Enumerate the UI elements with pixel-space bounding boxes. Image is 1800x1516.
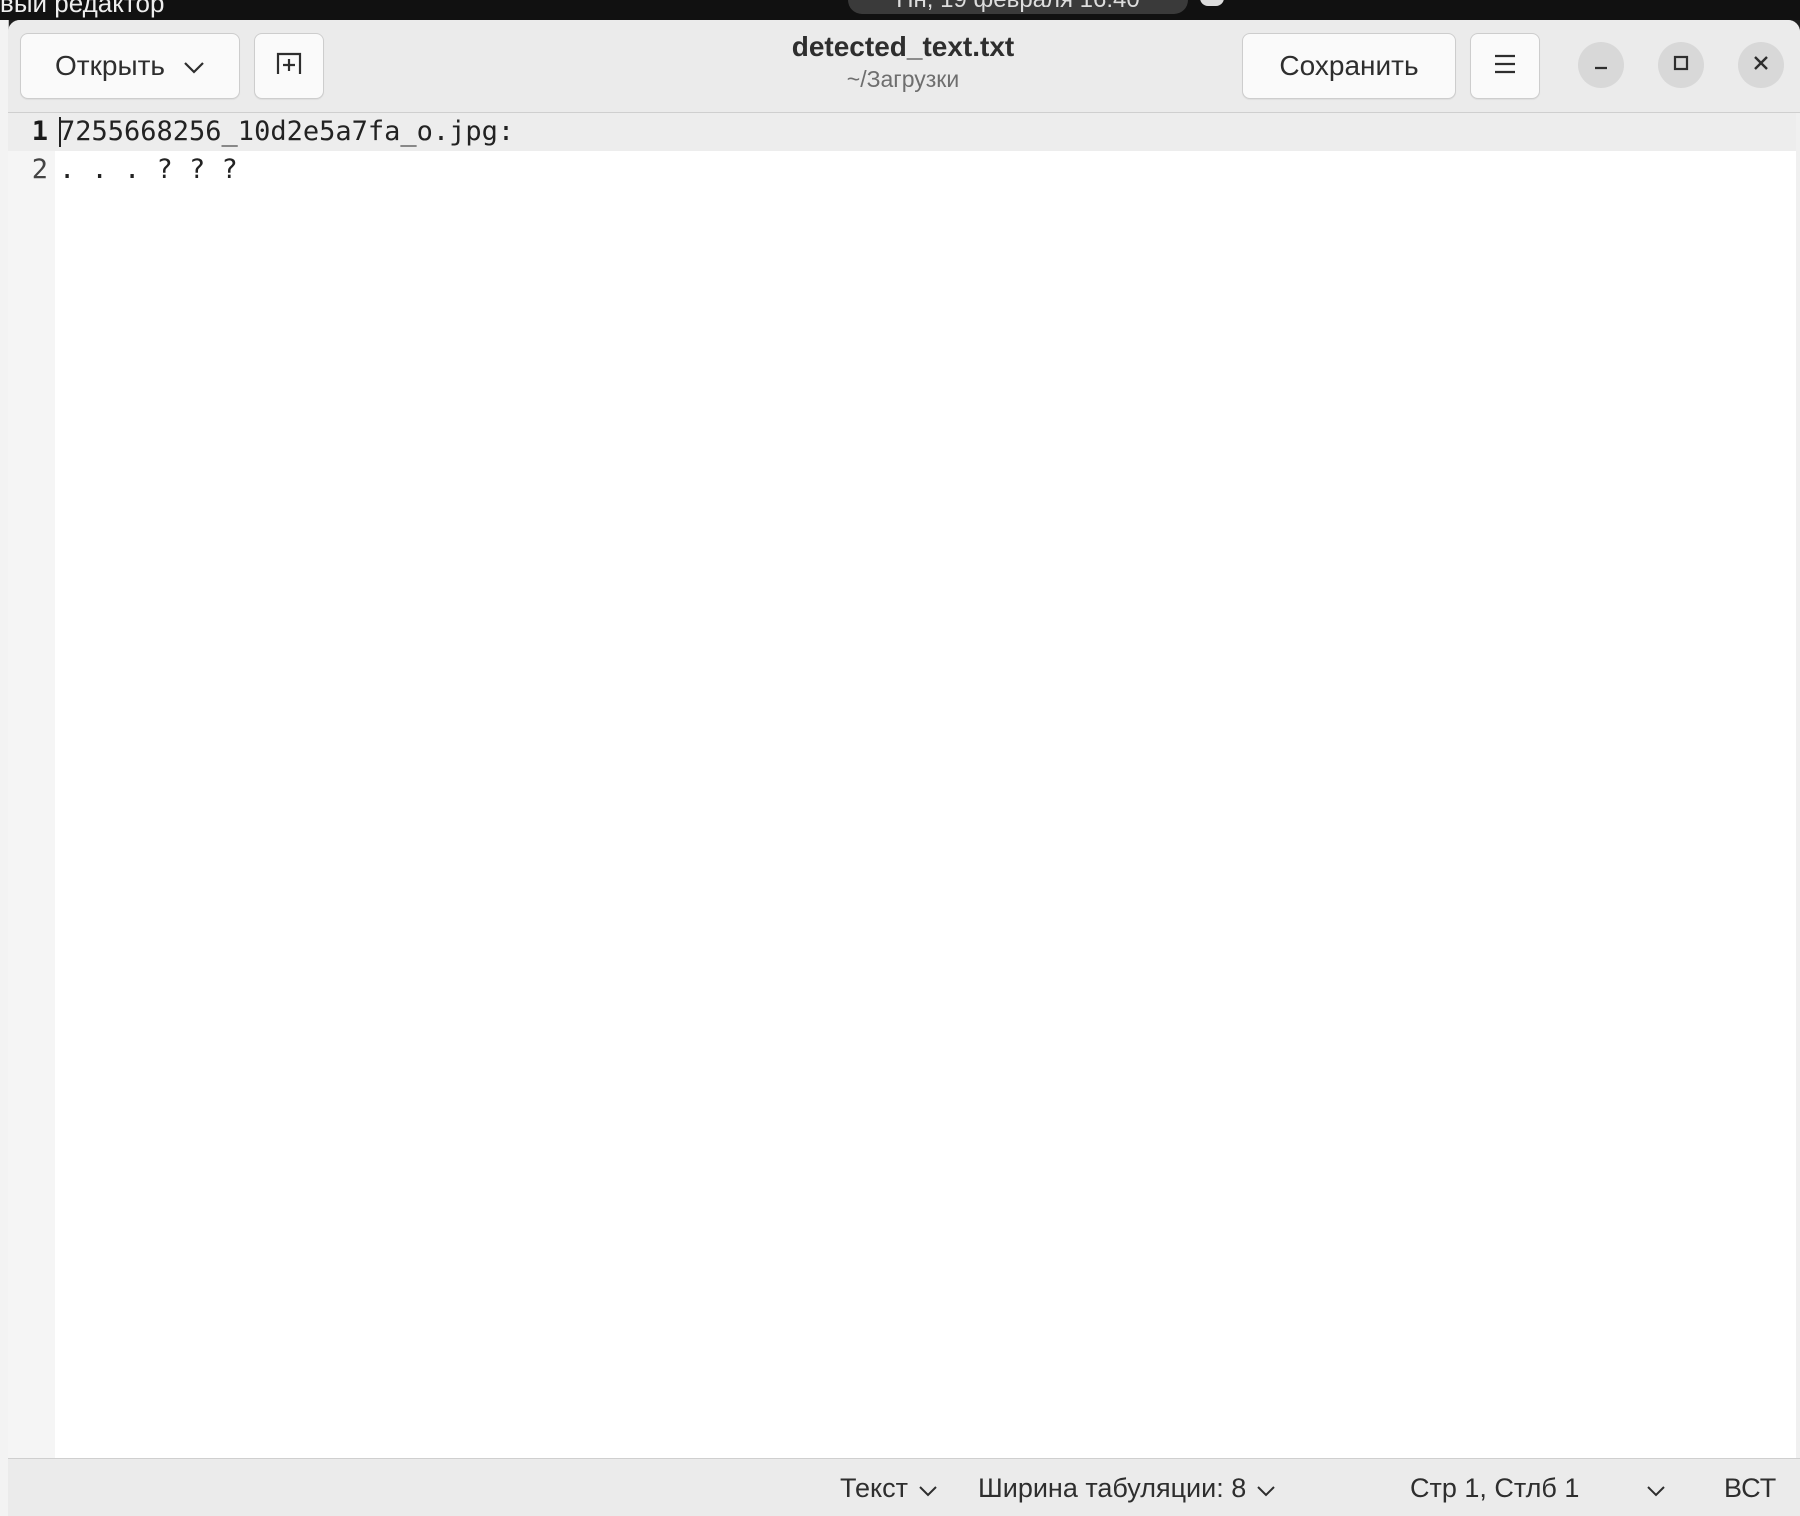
insert-mode-label: ВСТ	[1724, 1472, 1777, 1503]
maximize-icon	[1672, 54, 1690, 77]
chevron-down-icon	[183, 50, 205, 82]
header-bar: Открыть detected_text.txt ~/Загрузки Сох…	[8, 20, 1800, 113]
notification-bell-icon[interactable]	[1200, 0, 1224, 6]
line-number-gutter	[8, 113, 55, 1458]
chevron-down-icon	[918, 1473, 938, 1504]
line-text[interactable]: . . . ? ? ?	[59, 151, 238, 189]
window-subtitle: ~/Загрузки	[846, 66, 960, 92]
close-button[interactable]	[1738, 42, 1784, 88]
line-text[interactable]: 7255668256_10d2e5a7fa_o.jpg:	[59, 113, 514, 151]
chevron-down-icon	[1256, 1473, 1276, 1504]
language-selector[interactable]: Текст	[840, 1459, 938, 1516]
system-top-bar: вый редактор Пн, 19 февраля 16:40	[0, 0, 1800, 20]
active-app-name[interactable]: вый редактор	[0, 0, 164, 19]
insert-mode-indicator[interactable]: ВСТ	[1724, 1459, 1776, 1516]
chevron-down-icon	[1646, 1473, 1666, 1504]
cursor-position-label: Стр 1, Стлб 1	[1410, 1472, 1580, 1503]
tab-width-selector[interactable]: Ширина табуляции: 8	[978, 1459, 1276, 1516]
tab-width-label: Ширина табуляции: 8	[978, 1472, 1247, 1503]
open-button[interactable]: Открыть	[20, 33, 240, 99]
status-bar: Текст Ширина табуляции: 8 Стр 1, Стлб 1 …	[8, 1458, 1800, 1516]
position-dropdown[interactable]	[1646, 1459, 1666, 1516]
minimize-button[interactable]	[1578, 42, 1624, 88]
close-icon	[1752, 54, 1770, 77]
line-number: 1	[31, 116, 48, 147]
hamburger-menu-icon	[1492, 50, 1518, 82]
line-number: 2	[31, 154, 48, 185]
text-cursor	[59, 117, 61, 147]
text-editor-area[interactable]: 1 7255668256_10d2e5a7fa_o.jpg: 2 . . . ?…	[8, 113, 1800, 1458]
new-tab-button[interactable]	[254, 33, 324, 99]
window-title: detected_text.txt	[791, 31, 1015, 62]
text-editor-window: Открыть detected_text.txt ~/Загрузки Сох…	[8, 20, 1800, 1516]
window-title-block: detected_text.txt ~/Загрузки	[688, 30, 1118, 94]
maximize-button[interactable]	[1658, 42, 1704, 88]
main-menu-button[interactable]	[1470, 33, 1540, 99]
editor-line[interactable]: 2 . . . ? ? ?	[8, 151, 1800, 189]
language-label: Текст	[840, 1472, 908, 1503]
cursor-position[interactable]: Стр 1, Стлб 1	[1410, 1459, 1579, 1516]
vertical-scrollbar[interactable]	[1796, 113, 1800, 1458]
editor-line[interactable]: 1 7255668256_10d2e5a7fa_o.jpg:	[8, 113, 1800, 151]
new-tab-icon	[274, 48, 304, 85]
minimize-icon	[1592, 54, 1610, 77]
save-button[interactable]: Сохранить	[1242, 33, 1456, 99]
open-button-label: Открыть	[55, 50, 165, 81]
clock[interactable]: Пн, 19 февраля 16:40	[848, 0, 1188, 14]
